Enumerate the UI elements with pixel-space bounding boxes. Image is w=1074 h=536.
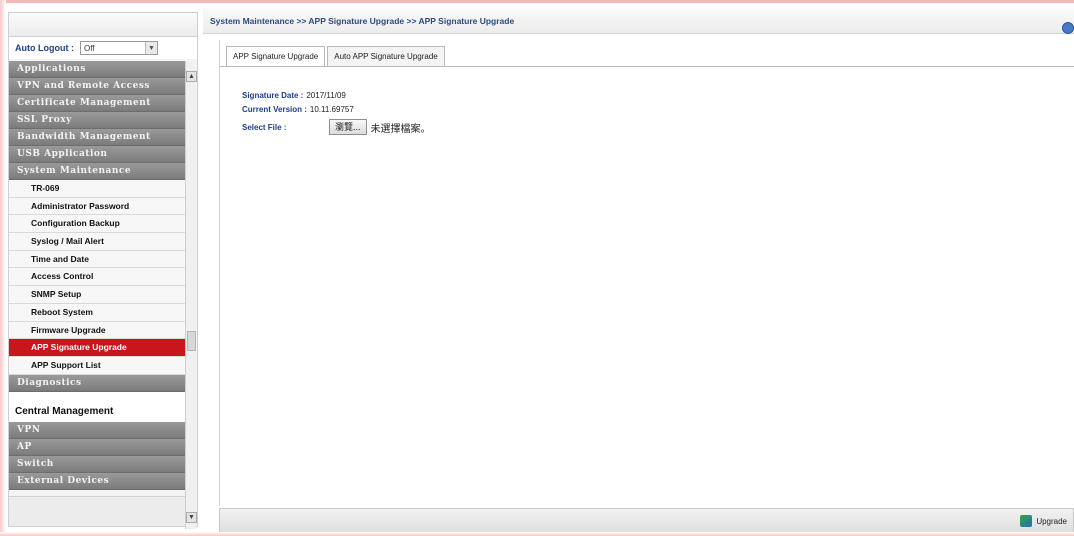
sidebar-category-diagnostics[interactable]: Diagnostics <box>9 374 185 392</box>
signature-date-label: Signature Date : <box>242 90 304 100</box>
sidebar-category-external-devices[interactable]: External Devices <box>9 472 185 490</box>
chevron-down-icon[interactable]: ▼ <box>144 42 157 54</box>
sidebar-item-app-signature-upgrade[interactable]: APP Signature Upgrade <box>9 339 185 357</box>
auto-logout-row: Auto Logout : Off ▼ <box>9 37 197 59</box>
sidebar-category-bandwidth-management[interactable]: Bandwidth Management <box>9 129 185 146</box>
current-version-value: 10.11.69757 <box>309 104 354 114</box>
current-version-row: Current Version : 10.11.69757 <box>242 102 431 116</box>
browse-button[interactable]: 瀏覽... <box>329 119 367 135</box>
left-shadow <box>0 0 6 536</box>
sidebar-category-ssl-proxy[interactable]: SSL Proxy <box>9 112 185 129</box>
help-icon[interactable] <box>1062 22 1074 34</box>
scrollbar-thumb[interactable] <box>187 331 196 351</box>
sidebar: Auto Logout : Off ▼ Applications VPN and… <box>8 12 198 529</box>
sidebar-footer <box>9 496 185 526</box>
content-panel: APP Signature Upgrade Auto APP Signature… <box>219 40 1074 506</box>
sidebar-category-usb-application[interactable]: USB Application <box>9 146 185 163</box>
sidebar-item-reboot-system[interactable]: Reboot System <box>9 303 185 322</box>
sidebar-item-configuration-backup[interactable]: Configuration Backup <box>9 215 185 234</box>
auto-logout-label: Auto Logout : <box>15 43 74 53</box>
sidebar-category-switch[interactable]: Switch <box>9 455 185 473</box>
auto-logout-value: Off <box>83 43 95 53</box>
sidebar-category-vpn-remote-access[interactable]: VPN and Remote Access <box>9 78 185 95</box>
current-version-label: Current Version : <box>242 104 307 114</box>
sidebar-category-vpn[interactable]: VPN <box>9 421 185 439</box>
select-file-label: Select File : <box>242 122 287 132</box>
main-panel: System Maintenance >> APP Signature Upgr… <box>203 8 1074 536</box>
sidebar-category-certificate-management[interactable]: Certificate Management <box>9 95 185 112</box>
upgrade-button[interactable]: Upgrade <box>1020 515 1067 527</box>
no-file-selected-text: 未選擇檔案。 <box>370 123 431 135</box>
signature-date-value: 2017/11/09 <box>306 90 346 100</box>
signature-date-row: Signature Date : 2017/11/09 <box>242 88 431 102</box>
sidebar-item-syslog-mail-alert[interactable]: Syslog / Mail Alert <box>9 233 185 251</box>
central-management-heading: Central Management <box>9 391 185 422</box>
sidebar-category-applications[interactable]: Applications <box>9 61 185 78</box>
tab-divider <box>220 66 1074 67</box>
upgrade-icon <box>1020 515 1033 527</box>
sidebar-item-snmp-setup[interactable]: SNMP Setup <box>9 286 185 304</box>
sidebar-item-time-and-date[interactable]: Time and Date <box>9 250 185 269</box>
tab-bar: APP Signature Upgrade Auto APP Signature… <box>226 46 447 67</box>
tab-auto-app-signature-upgrade[interactable]: Auto APP Signature Upgrade <box>327 46 445 66</box>
upgrade-label: Upgrade <box>1036 516 1067 526</box>
select-file-row: Select File : 瀏覽... 未選擇檔案。 <box>242 118 431 136</box>
sidebar-item-tr069[interactable]: TR-069 <box>9 180 185 198</box>
sidebar-item-administrator-password[interactable]: Administrator Password <box>9 197 185 216</box>
breadcrumb: System Maintenance >> APP Signature Upgr… <box>210 15 515 26</box>
sidebar-category-ap[interactable]: AP <box>9 438 185 456</box>
sidebar-item-firmware-upgrade[interactable]: Firmware Upgrade <box>9 321 185 340</box>
breadcrumb-bar: System Maintenance >> APP Signature Upgr… <box>203 8 1074 34</box>
sidebar-scrollbar[interactable]: ▲ ▼ <box>185 61 197 529</box>
sidebar-item-access-control[interactable]: Access Control <box>9 268 185 287</box>
sidebar-item-app-support-list[interactable]: APP Support List <box>9 356 185 375</box>
sidebar-category-system-maintenance[interactable]: System Maintenance <box>9 163 185 180</box>
top-accent-line <box>0 0 1074 3</box>
tab-app-signature-upgrade[interactable]: APP Signature Upgrade <box>226 46 326 67</box>
sidebar-menu: Applications VPN and Remote Access Certi… <box>9 61 185 490</box>
bottom-shadow <box>0 532 1074 536</box>
scroll-up-icon[interactable]: ▲ <box>186 71 197 82</box>
scroll-down-icon[interactable]: ▼ <box>186 512 197 523</box>
auto-logout-select[interactable]: Off ▼ <box>79 41 158 55</box>
signature-form: Signature Date : 2017/11/09 Current Vers… <box>242 88 431 136</box>
sidebar-header <box>9 13 197 37</box>
